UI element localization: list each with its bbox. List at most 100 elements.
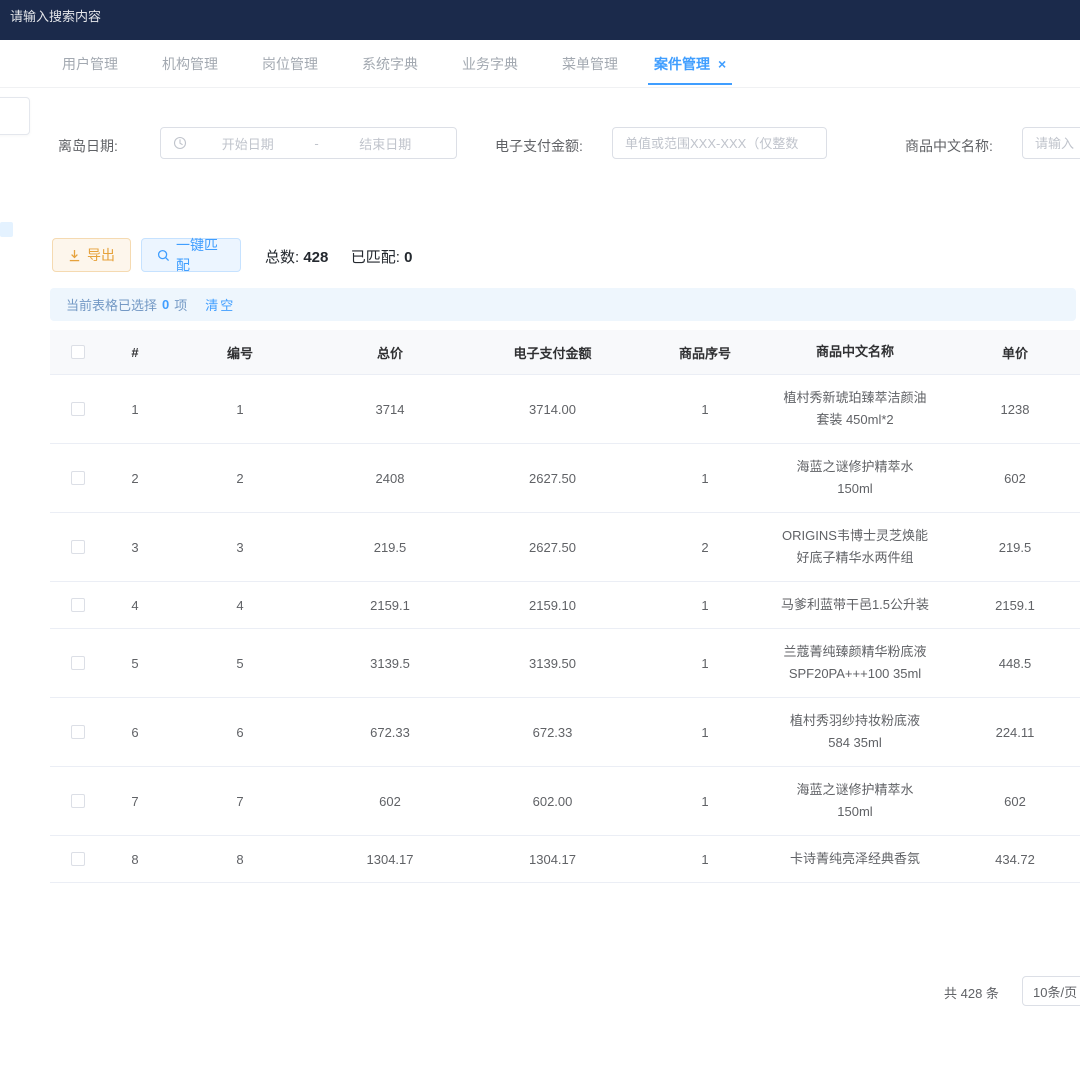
table-row[interactable]: 33219.52627.502ORIGINS韦博士灵芝焕能好底子精华水两件组21… xyxy=(50,513,1080,582)
column-header: 商品中文名称 xyxy=(770,330,940,374)
cell-name: 卡诗菁纯亮泽经典香氛 xyxy=(770,836,940,882)
cell-name: 海蓝之谜修护精萃水 150ml xyxy=(770,444,940,512)
matched-value: 0 xyxy=(404,249,412,266)
cell-unit: 434.72 xyxy=(940,836,1080,882)
cell-unit: 2159.1 xyxy=(940,582,1080,628)
date-range-picker[interactable]: 开始日期 - 结束日期 xyxy=(160,127,457,159)
tab-5[interactable]: 业务字典 xyxy=(440,40,540,87)
matched-label: 已匹配: xyxy=(351,249,400,266)
end-date-placeholder[interactable]: 结束日期 xyxy=(327,134,445,153)
row-checkbox[interactable] xyxy=(71,794,85,808)
tab-2[interactable]: 机构管理 xyxy=(140,40,240,87)
cell-unit: 602 xyxy=(940,767,1080,835)
row-checkbox-cell xyxy=(50,629,105,697)
amount-input[interactable] xyxy=(612,127,827,159)
row-checkbox-cell xyxy=(50,375,105,443)
row-checkbox-cell xyxy=(50,836,105,882)
cell-unit: 602 xyxy=(940,444,1080,512)
cell-epay: 3714.00 xyxy=(465,375,640,443)
clear-selection-link[interactable]: 清空 xyxy=(205,295,235,314)
download-icon xyxy=(68,249,81,262)
cell-name: 植村秀羽纱持妆粉底液 584 35ml xyxy=(770,698,940,766)
table-row[interactable]: 442159.12159.101马爹利蓝带干邑1.5公升装2159.1 xyxy=(50,582,1080,629)
cell-index: 1 xyxy=(105,375,165,443)
row-checkbox[interactable] xyxy=(71,540,85,554)
cell-total: 602 xyxy=(315,767,465,835)
tab-label: 系统字典 xyxy=(362,54,418,74)
row-checkbox-cell xyxy=(50,444,105,512)
select-all-checkbox[interactable] xyxy=(71,345,85,359)
row-checkbox-cell xyxy=(50,698,105,766)
column-header: 总价 xyxy=(315,330,465,374)
selection-count: 0 xyxy=(162,297,169,312)
top-navbar: 请输入搜索内容 xyxy=(0,0,1080,40)
total-value: 428 xyxy=(303,249,328,266)
product-name-input[interactable] xyxy=(1022,127,1080,159)
table-row[interactable]: 1137143714.001植村秀新琥珀臻萃洁颜油套装 450ml*21238 xyxy=(50,375,1080,444)
cell-total: 672.33 xyxy=(315,698,465,766)
cell-seq: 2 xyxy=(640,513,770,581)
cell-epay: 2627.50 xyxy=(465,444,640,512)
cell-index: 7 xyxy=(105,767,165,835)
table-row[interactable]: 66672.33672.331植村秀羽纱持妆粉底液 584 35ml224.11 xyxy=(50,698,1080,767)
row-checkbox[interactable] xyxy=(71,656,85,670)
cell-total: 3139.5 xyxy=(315,629,465,697)
cell-epay: 672.33 xyxy=(465,698,640,766)
pagination-total: 共 428 条 xyxy=(944,983,999,1002)
cell-code: 3 xyxy=(165,513,315,581)
cell-code: 5 xyxy=(165,629,315,697)
table-header-row: #编号总价电子支付金额商品序号商品中文名称单价 xyxy=(50,330,1080,375)
cell-total: 2159.1 xyxy=(315,582,465,628)
one-click-match-button[interactable]: 一键匹配 xyxy=(141,238,241,272)
collapsed-panel-fragment xyxy=(0,97,30,135)
export-button[interactable]: 导出 xyxy=(52,238,131,272)
row-checkbox-cell xyxy=(50,767,105,835)
tab-label: 案件管理 xyxy=(654,54,710,74)
row-checkbox[interactable] xyxy=(71,852,85,866)
tab-bar: 用户管理机构管理岗位管理 系统字典 业务字典 菜单管理 案件管理 × xyxy=(0,40,1080,88)
cell-unit: 448.5 xyxy=(940,629,1080,697)
tab-3[interactable]: 岗位管理 xyxy=(240,40,340,87)
page-size-select[interactable]: 10条/页 xyxy=(1022,976,1080,1006)
cell-epay: 1304.17 xyxy=(465,836,640,882)
clock-icon xyxy=(173,136,187,150)
close-icon[interactable]: × xyxy=(718,56,726,72)
table-row[interactable]: 2224082627.501海蓝之谜修护精萃水 150ml602 xyxy=(50,444,1080,513)
cell-unit: 219.5 xyxy=(940,513,1080,581)
cell-epay: 3139.50 xyxy=(465,629,640,697)
row-checkbox-cell xyxy=(50,582,105,628)
selection-suffix: 项 xyxy=(174,295,187,314)
tab-7[interactable]: 案件管理 × xyxy=(640,40,740,87)
table-row[interactable]: 77602602.001海蓝之谜修护精萃水 150ml602 xyxy=(50,767,1080,836)
row-checkbox[interactable] xyxy=(71,598,85,612)
cell-epay: 2627.50 xyxy=(465,513,640,581)
cell-index: 5 xyxy=(105,629,165,697)
cell-index: 6 xyxy=(105,698,165,766)
column-header: # xyxy=(105,330,165,374)
table-row[interactable]: 553139.53139.501兰蔻菁纯臻颜精华粉底液SPF20PA+++100… xyxy=(50,629,1080,698)
cell-code: 4 xyxy=(165,582,315,628)
cell-unit: 224.11 xyxy=(940,698,1080,766)
total-label: 总数: xyxy=(265,249,299,266)
table-row[interactable]: 881304.171304.171卡诗菁纯亮泽经典香氛434.72 xyxy=(50,836,1080,883)
tab-4[interactable]: 系统字典 xyxy=(340,40,440,87)
cell-name: ORIGINS韦博士灵芝焕能好底子精华水两件组 xyxy=(770,513,940,581)
match-button-label: 一键匹配 xyxy=(176,235,225,275)
row-checkbox[interactable] xyxy=(71,402,85,416)
case-management-page: 请输入搜索内容 用户管理机构管理岗位管理系统字典业务字典菜单管理案件管理× 离岛… xyxy=(0,0,1080,1077)
column-header: 编号 xyxy=(165,330,315,374)
start-date-placeholder[interactable]: 开始日期 xyxy=(189,134,307,153)
cell-seq: 1 xyxy=(640,444,770,512)
amount-filter-label: 电子支付金额: xyxy=(495,136,583,156)
tab-label: 菜单管理 xyxy=(562,54,618,74)
global-search-input[interactable]: 请输入搜索内容 xyxy=(10,6,101,25)
cell-index: 4 xyxy=(105,582,165,628)
cell-total: 3714 xyxy=(315,375,465,443)
tab-6[interactable]: 菜单管理 xyxy=(540,40,640,87)
cell-code: 2 xyxy=(165,444,315,512)
tab-1[interactable]: 用户管理 xyxy=(40,40,140,87)
row-checkbox[interactable] xyxy=(71,471,85,485)
cell-total: 2408 xyxy=(315,444,465,512)
row-checkbox[interactable] xyxy=(71,725,85,739)
tab-label: 业务字典 xyxy=(462,54,518,74)
